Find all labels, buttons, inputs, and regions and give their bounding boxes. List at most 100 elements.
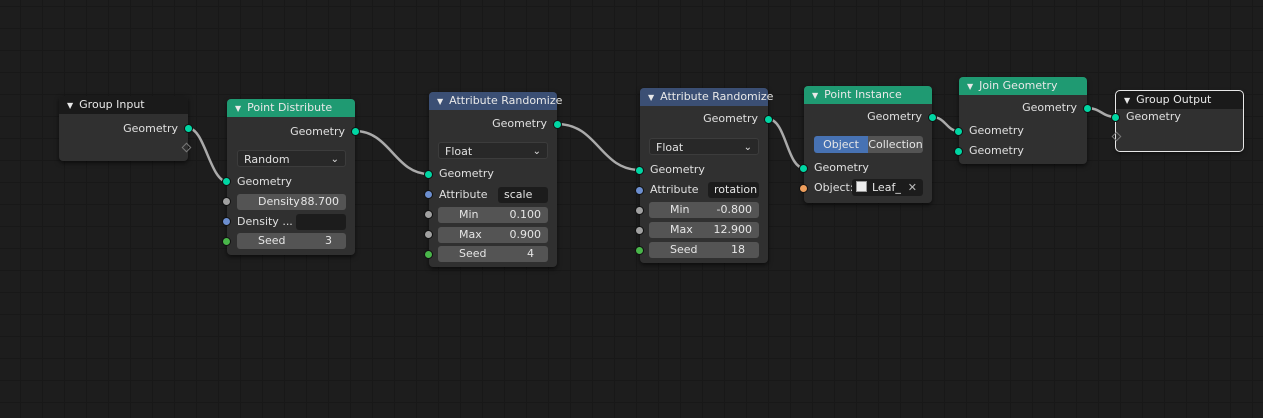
link-randomize2-to-instance [767,117,805,170]
seed-field[interactable]: Seed 3 [237,233,346,249]
node-links [187,106,1117,184]
object-selector[interactable]: Leaf_ ✕ [852,179,923,196]
seed-field[interactable]: Seed 18 [649,242,759,258]
input-geometry-socket-1[interactable] [954,127,963,136]
max-socket[interactable] [635,226,644,235]
dropdown-value: Random [244,153,290,166]
object-label: Object: [814,181,854,194]
mode-collection-button[interactable]: Collection [868,136,923,153]
density-attribute-input[interactable] [296,214,346,230]
seed-field[interactable]: Seed 4 [438,246,548,262]
node-title: Attribute Randomize [449,94,563,107]
density-attribute-label: Density ... [237,215,293,228]
input-geometry-socket[interactable] [799,164,808,173]
field-value: 0.100 [509,208,542,221]
input-geometry-label: Geometry [439,167,494,180]
chevron-down-icon: ⌄ [532,146,541,157]
empty-socket-icon[interactable] [181,142,192,153]
node-title: Point Distribute [247,101,333,114]
chevron-down-icon: ⌄ [330,154,339,165]
object-socket[interactable] [799,184,808,193]
output-geometry-label: Geometry [290,125,345,138]
seed-socket[interactable] [424,250,433,259]
object-icon [856,181,867,192]
input-geometry-socket[interactable] [424,170,433,179]
field-value: 4 [527,247,534,260]
output-geometry-socket[interactable] [351,127,360,136]
collapse-icon[interactable]: ▼ [967,78,973,96]
node-header[interactable]: ▼ Group Input [59,96,188,114]
node-header[interactable]: ▼ Attribute Randomize [640,88,773,107]
attribute-socket[interactable] [635,186,644,195]
attribute-label: Attribute [439,188,488,201]
seed-socket[interactable] [222,237,231,246]
density-field[interactable]: Density 88.700 [237,194,346,210]
node-group-input[interactable]: ▼ Group Input Geometry [59,96,193,161]
input-geometry-label: Geometry [650,163,705,176]
attribute-socket[interactable] [424,190,433,199]
node-title: Group Input [79,98,145,111]
output-geometry-socket[interactable] [1083,104,1092,113]
collapse-icon[interactable]: ▼ [235,100,241,118]
output-geometry-socket[interactable] [184,124,193,133]
max-field[interactable]: Max 0.900 [438,227,548,243]
output-geometry-socket[interactable] [928,113,937,122]
output-geometry-socket[interactable] [553,120,562,129]
data-type-dropdown[interactable]: Float ⌄ [649,138,759,155]
node-group-output[interactable]: ▼ Group Output Geometry [1111,90,1244,152]
field-value: 12.900 [713,223,753,236]
collapse-icon[interactable]: ▼ [67,97,73,115]
output-geometry-label: Geometry [123,122,178,135]
attribute-label: Attribute [650,183,699,196]
input-geometry-socket-2[interactable] [954,147,963,156]
dropdown-value: Float [445,145,473,158]
node-attribute-randomize-rotation[interactable]: ▼ Attribute Randomize Geometry Float ⌄ Ge… [635,88,773,263]
node-join-geometry[interactable]: ▼ Join Geometry Geometry Geometry Geometr… [954,77,1092,164]
distribute-mode-dropdown[interactable]: Random ⌄ [237,150,346,167]
density-socket[interactable] [222,197,231,206]
density-attribute-socket[interactable] [222,217,231,226]
node-header[interactable]: ▼ Join Geometry [959,77,1087,95]
object-value: Leaf_ [872,181,901,194]
min-socket[interactable] [424,210,433,219]
chevron-down-icon: ⌄ [743,142,752,153]
min-field[interactable]: Min 0.100 [438,207,548,223]
collapse-icon[interactable]: ▼ [812,87,818,105]
max-socket[interactable] [424,230,433,239]
field-value: 0.900 [509,228,542,241]
node-point-instance[interactable]: ▼ Point Instance Geometry Object Collecti… [799,86,937,203]
empty-socket-icon[interactable] [1111,131,1122,142]
output-geometry-label: Geometry [1022,101,1077,114]
data-type-dropdown[interactable]: Float ⌄ [438,142,548,159]
max-field[interactable]: Max 12.900 [649,222,759,238]
output-geometry-socket[interactable] [764,115,773,124]
input-geometry-label: Geometry [237,175,292,188]
node-attribute-randomize-scale[interactable]: ▼ Attribute Randomize Geometry Float ⌄ Ge… [424,92,562,267]
attribute-input[interactable]: rotation [708,182,759,198]
input-geometry-label: Geometry [1126,110,1181,123]
input-geometry-socket[interactable] [1111,113,1120,122]
input-geometry-socket[interactable] [222,177,231,186]
output-geometry-label: Geometry [492,117,547,130]
mode-object-button[interactable]: Object [814,136,868,153]
clear-icon[interactable]: ✕ [908,179,917,196]
node-header[interactable]: ▼ Point Distribute [227,99,355,117]
collapse-icon[interactable]: ▼ [437,93,443,111]
node-header[interactable]: ▼ Point Instance [804,86,932,104]
node-title: Point Instance [824,88,902,101]
min-socket[interactable] [635,206,644,215]
input-geometry-socket[interactable] [635,166,644,175]
field-label: Min [670,203,690,216]
output-geometry-label: Geometry [867,110,922,123]
min-field[interactable]: Min -0.800 [649,202,759,218]
attribute-input[interactable]: scale [498,187,548,203]
input-geometry-label: Geometry [814,161,869,174]
node-header[interactable]: ▼ Attribute Randomize [429,92,562,111]
collapse-icon[interactable]: ▼ [648,89,654,107]
collapse-icon[interactable]: ▼ [1124,92,1130,110]
node-title: Group Output [1136,93,1212,106]
output-geometry-label: Geometry [703,112,758,125]
node-point-distribute[interactable]: ▼ Point Distribute Geometry Random ⌄ Geom… [222,99,360,255]
node-header[interactable]: ▼ Group Output [1116,91,1243,109]
seed-socket[interactable] [635,246,644,255]
